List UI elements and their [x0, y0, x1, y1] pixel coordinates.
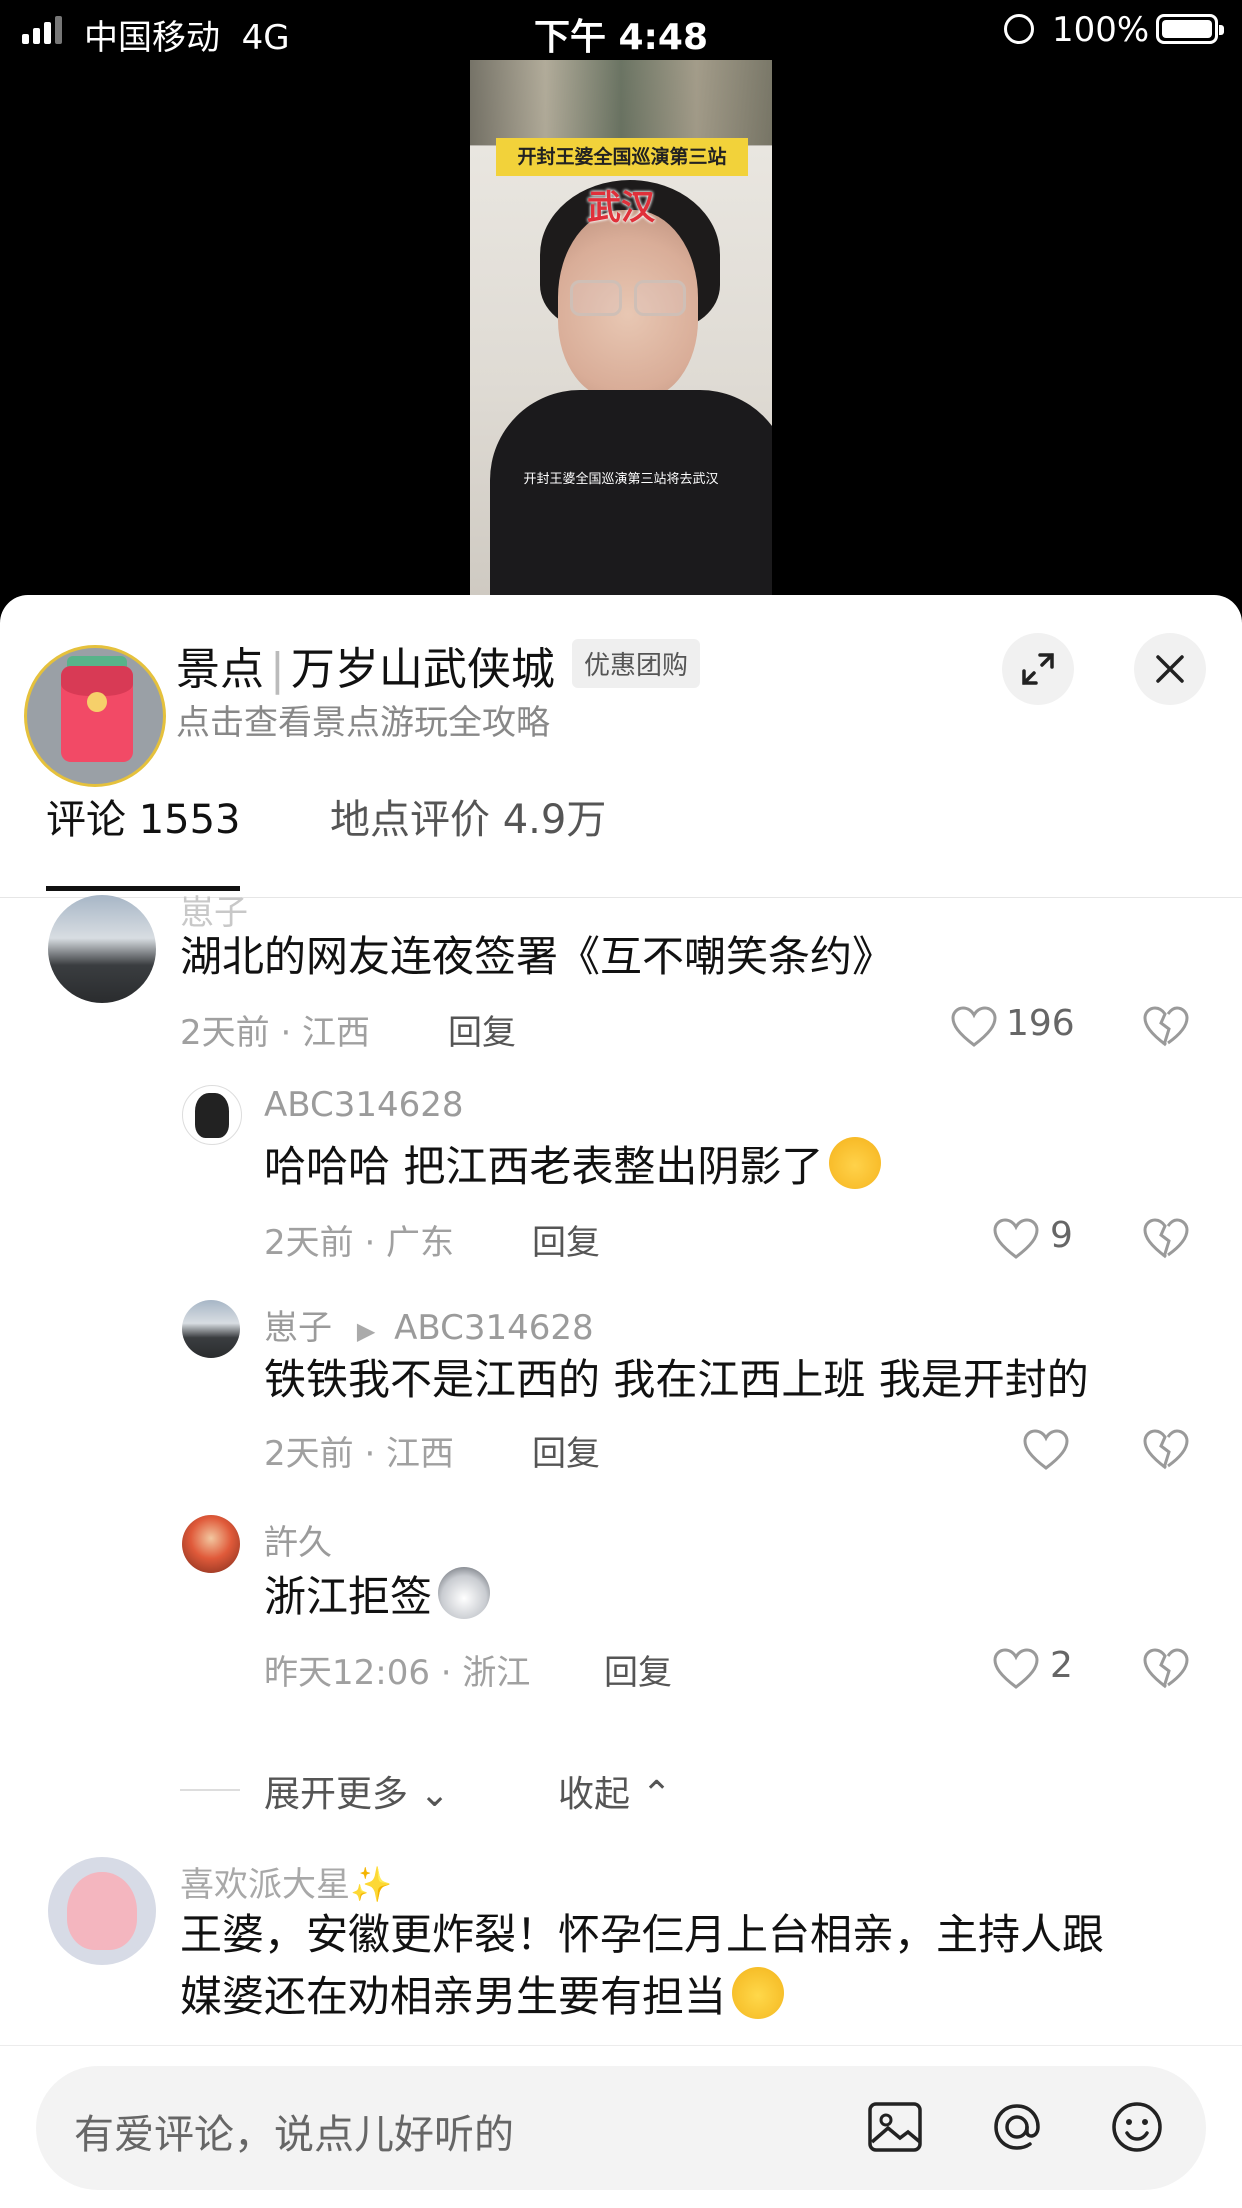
comment-text[interactable]: 铁铁我不是江西的 我在江西上班 我是开封的 — [264, 1350, 1089, 1410]
comment-text[interactable]: 湖北的网友连夜签署《互不嘲笑条约》 — [180, 927, 894, 987]
chevron-down-icon: ⌄ — [419, 1774, 450, 1815]
comment-username[interactable]: 許久 — [264, 1515, 332, 1564]
close-icon — [1156, 655, 1184, 683]
comment-meta: 2天前 · 江西 — [180, 1013, 371, 1053]
comment-sheet: 景点 | 万岁山武侠城 优惠团购 点击查看景点游玩全攻略 评论 1553 地点评价 … — [0, 595, 1242, 2208]
dislike-icon[interactable] — [1142, 1005, 1190, 1049]
comment-username[interactable]: ABC314628 — [264, 1085, 464, 1125]
avatar[interactable] — [48, 1857, 156, 1965]
comment-username[interactable]: 崽子 ▶ ABC314628 — [264, 1300, 594, 1349]
comment-tabs: 评论 1553 地点评价 4.9万 — [0, 790, 1242, 891]
close-button[interactable] — [1134, 633, 1206, 705]
video-player[interactable]: 开封王婆全国巡演第三站 武汉 开封王婆全国巡演第三站将去武汉 — [470, 60, 772, 595]
dislike-icon[interactable] — [1142, 1428, 1190, 1472]
status-bar: 中国移动 4G 下午 4:48 100% — [0, 0, 1242, 62]
background-painting — [470, 60, 772, 145]
comment-username[interactable]: 喜欢派大星✨ — [180, 1857, 392, 1906]
like-icon[interactable] — [992, 1647, 1040, 1691]
avatar[interactable] — [182, 1515, 240, 1573]
video-caption: 开封王婆全国巡演第三站将去武汉 — [523, 472, 719, 487]
rotation-lock-icon — [1004, 14, 1034, 44]
tab-comments[interactable]: 评论 1553 — [46, 790, 241, 850]
dislike-icon[interactable] — [1142, 1217, 1190, 1261]
red-packet-icon — [61, 666, 133, 762]
dislike-icon[interactable] — [1142, 1647, 1190, 1691]
deal-badge[interactable]: 优惠团购 — [572, 639, 701, 688]
like-count: 9 — [1050, 1215, 1073, 1256]
comment-text[interactable]: 哈哈哈 把江西老表整出阴影了 — [264, 1137, 882, 1197]
reply-button[interactable]: 回复 — [448, 1005, 516, 1054]
avatar[interactable] — [182, 1300, 240, 1358]
chevron-up-icon: ⌃ — [641, 1774, 672, 1815]
video-title-banner: 开封王婆全国巡演第三站 — [496, 138, 748, 176]
battery-percent: 100% — [1052, 10, 1150, 50]
comment-meta: 2天前 · 广东 — [264, 1223, 455, 1263]
avatar[interactable] — [48, 895, 156, 1003]
expand-more-button[interactable]: 展开更多 ⌄ — [264, 1765, 450, 1817]
comment-text-line1[interactable]: 王婆，安徽更炸裂！怀孕仨月上台相亲，主持人跟 — [180, 1905, 1104, 1965]
comment-input-bar: 有爱评论，说点儿好听的 — [0, 2045, 1242, 2208]
poi-title[interactable]: 景点 | 万岁山武侠城 — [176, 633, 555, 697]
collapse-button[interactable]: 收起 ⌃ — [558, 1765, 672, 1817]
comment-text-line2[interactable]: 媒婆还在劝相亲男生要有担当 — [180, 1967, 785, 2027]
reply-arrow-icon: ▶ — [356, 1317, 376, 1345]
mention-icon[interactable] — [986, 2096, 1048, 2158]
comment-input-placeholder: 有爱评论，说点儿好听的 — [74, 2112, 514, 2158]
reply-button[interactable]: 回复 — [532, 1426, 600, 1475]
poi-avatar[interactable] — [24, 645, 166, 787]
like-count: 196 — [1006, 1003, 1075, 1044]
image-icon[interactable] — [864, 2096, 926, 2158]
avatar[interactable] — [182, 1085, 242, 1145]
comment-meta: 昨天12:06 · 浙江 — [264, 1653, 531, 1693]
husky-emoji-icon — [438, 1567, 491, 1619]
expand-icon — [1022, 653, 1054, 685]
like-icon[interactable] — [950, 1005, 998, 1049]
laughing-crying-emoji-icon — [829, 1137, 882, 1189]
comment-text[interactable]: 浙江拒签 — [264, 1567, 491, 1627]
video-city-text: 武汉 — [587, 188, 655, 228]
poi-subtitle[interactable]: 点击查看景点游玩全攻略 — [176, 695, 550, 744]
tab-place-reviews[interactable]: 地点评价 4.9万 — [330, 790, 606, 850]
comment-meta: 2天前 · 江西 — [264, 1434, 455, 1474]
reply-button[interactable]: 回复 — [604, 1645, 672, 1694]
reply-button[interactable]: 回复 — [532, 1215, 600, 1264]
like-icon[interactable] — [1022, 1428, 1070, 1472]
battery-icon — [1156, 14, 1224, 44]
comment-input[interactable]: 有爱评论，说点儿好听的 — [36, 2066, 1206, 2190]
smile-emoji-icon — [732, 1967, 785, 2019]
like-icon[interactable] — [992, 1217, 1040, 1261]
like-count: 2 — [1050, 1645, 1073, 1686]
emoji-icon[interactable] — [1106, 2096, 1168, 2158]
expand-button[interactable] — [1002, 633, 1074, 705]
